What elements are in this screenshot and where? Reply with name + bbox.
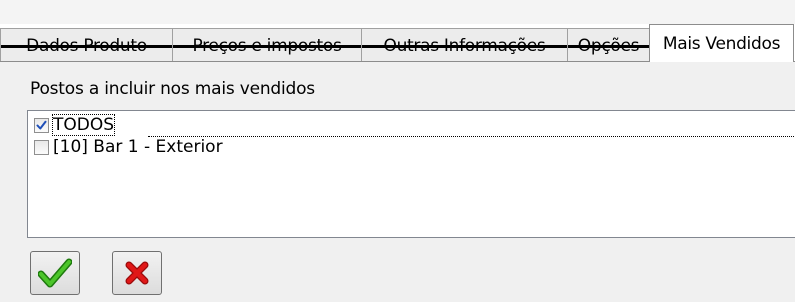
tab-label: Preços e impostos [192, 35, 342, 56]
tab-mais-vendidos[interactable]: Mais Vendidos [649, 24, 794, 62]
confirm-button[interactable] [30, 251, 80, 295]
tab-panel-mais-vendidos: Postos a incluir nos mais vendidos TODOS… [0, 61, 795, 302]
list-item-todos[interactable]: TODOS [34, 114, 116, 136]
tab-label: Mais Vendidos [662, 33, 781, 54]
tab-precos-impostos[interactable]: Preços e impostos [172, 28, 362, 62]
list-item-bar-1-exterior[interactable]: [10] Bar 1 - Exterior [34, 136, 223, 158]
checkbox-todos[interactable] [34, 117, 49, 133]
window-top-band [0, 0, 795, 24]
green-checkmark-icon [38, 258, 72, 288]
tab-label: Opções [577, 35, 640, 56]
section-label: Postos a incluir nos mais vendidos [30, 79, 315, 99]
tab-outras-informacoes[interactable]: Outras Informações [361, 28, 568, 62]
tab-dados-produto[interactable]: Dados Produto [0, 28, 173, 62]
red-x-icon [125, 261, 149, 285]
list-item-label: TODOS [51, 114, 116, 136]
list-item-label: [10] Bar 1 - Exterior [53, 137, 223, 157]
cancel-button[interactable] [112, 251, 162, 295]
focus-rectangle [148, 136, 795, 137]
tab-strip: Dados Produto Preços e impostos Outras I… [0, 24, 795, 62]
tab-label: Dados Produto [26, 35, 147, 56]
checkmark-icon [36, 120, 47, 129]
checkbox-bar-1-exterior[interactable] [34, 139, 49, 155]
postos-checklist[interactable]: TODOS [10] Bar 1 - Exterior [27, 110, 795, 238]
tab-label: Outras Informações [383, 35, 546, 56]
tab-opcoes[interactable]: Opções [567, 28, 650, 62]
